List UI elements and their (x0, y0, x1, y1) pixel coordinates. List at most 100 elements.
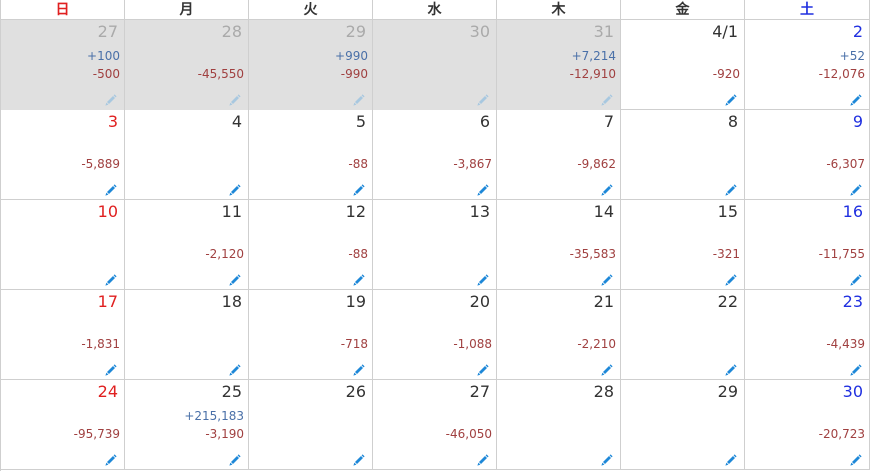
day-cell[interactable]: 11 -2,120 (125, 200, 249, 290)
calendar: 日月火水木金土 27 +100 -500 28 -45,550 29 +990 -990 30 3… (0, 0, 870, 471)
expense-amount: -1,088 (453, 337, 492, 351)
day-cell[interactable]: 29 (621, 380, 745, 470)
pencil-icon[interactable] (724, 272, 738, 286)
pencil-icon[interactable] (228, 452, 242, 466)
day-cell[interactable]: 30 (373, 20, 497, 110)
day-cell[interactable]: 18 (125, 290, 249, 380)
pencil-icon[interactable] (476, 272, 490, 286)
day-cell[interactable]: 5 -88 (249, 110, 373, 200)
day-cell[interactable]: 25 +215,183 -3,190 (125, 380, 249, 470)
expense-amount: -88 (348, 247, 368, 261)
day-cell[interactable]: 3 -5,889 (1, 110, 125, 200)
pencil-icon[interactable] (104, 452, 118, 466)
day-number: 28 (593, 382, 614, 401)
pencil-icon[interactable] (849, 362, 863, 376)
pencil-icon[interactable] (228, 362, 242, 376)
pencil-icon[interactable] (600, 182, 614, 196)
pencil-icon[interactable] (600, 452, 614, 466)
day-number: 30 (469, 22, 490, 41)
day-cell[interactable]: 21 -2,210 (497, 290, 621, 380)
expense-amount: -920 (712, 67, 740, 81)
day-number: 14 (593, 202, 614, 221)
pencil-icon[interactable] (724, 182, 738, 196)
pencil-icon[interactable] (352, 362, 366, 376)
pencil-icon[interactable] (849, 452, 863, 466)
pencil-icon[interactable] (228, 272, 242, 286)
day-cell[interactable]: 27 -46,050 (373, 380, 497, 470)
day-cell[interactable]: 12 -88 (249, 200, 373, 290)
pencil-icon[interactable] (476, 362, 490, 376)
day-cell[interactable]: 9 -6,307 (745, 110, 870, 200)
pencil-icon[interactable] (849, 272, 863, 286)
week-row: 3 -5,889 4 5 -88 6 -3,867 7 -9,862 8 9 -6,307 (1, 110, 870, 200)
day-cell[interactable]: 16 -11,755 (745, 200, 870, 290)
pencil-icon[interactable] (104, 182, 118, 196)
pencil-icon[interactable] (724, 452, 738, 466)
pencil-icon[interactable] (600, 362, 614, 376)
day-cell[interactable]: 6 -3,867 (373, 110, 497, 200)
day-number: 2 (852, 22, 863, 41)
pencil-icon[interactable] (352, 452, 366, 466)
day-cell[interactable]: 15 -321 (621, 200, 745, 290)
day-cell[interactable]: 30 -20,723 (745, 380, 870, 470)
day-number: 20 (469, 292, 490, 311)
day-cell[interactable]: 28 -45,550 (125, 20, 249, 110)
pencil-icon[interactable] (228, 92, 242, 106)
income-amount: +990 (335, 49, 368, 63)
pencil-icon[interactable] (104, 362, 118, 376)
pencil-icon[interactable] (352, 272, 366, 286)
day-cell[interactable]: 4 (125, 110, 249, 200)
pencil-icon[interactable] (849, 92, 863, 106)
expense-amount: -321 (712, 247, 740, 261)
pencil-icon[interactable] (600, 92, 614, 106)
pencil-icon[interactable] (104, 92, 118, 106)
expense-amount: -35,583 (569, 247, 616, 261)
pencil-icon[interactable] (352, 182, 366, 196)
day-number: 22 (717, 292, 738, 311)
day-number: 5 (355, 112, 366, 131)
day-cell[interactable]: 4/1 -920 (621, 20, 745, 110)
expense-amount: -11,755 (818, 247, 865, 261)
day-cell[interactable]: 10 (1, 200, 125, 290)
day-cell[interactable]: 7 -9,862 (497, 110, 621, 200)
day-cell[interactable]: 28 (497, 380, 621, 470)
day-number: 6 (479, 112, 490, 131)
expense-amount: -12,910 (569, 67, 616, 81)
week-row: 27 +100 -500 28 -45,550 29 +990 -990 30 31 +7,214 -… (1, 20, 870, 110)
day-cell[interactable]: 17 -1,831 (1, 290, 125, 380)
day-number: 8 (727, 112, 738, 131)
day-cell[interactable]: 8 (621, 110, 745, 200)
pencil-icon[interactable] (104, 272, 118, 286)
day-cell[interactable]: 26 (249, 380, 373, 470)
day-number: 18 (221, 292, 242, 311)
expense-amount: -3,867 (453, 157, 492, 171)
day-number: 29 (345, 22, 366, 41)
income-amount: +7,214 (571, 49, 616, 63)
expense-amount: -20,723 (818, 427, 865, 441)
day-cell[interactable]: 19 -718 (249, 290, 373, 380)
pencil-icon[interactable] (476, 182, 490, 196)
pencil-icon[interactable] (849, 182, 863, 196)
week-row: 24 -95,739 25 +215,183 -3,190 26 27 -46,050 28 29… (1, 380, 870, 470)
expense-amount: -5,889 (81, 157, 120, 171)
day-cell[interactable]: 31 +7,214 -12,910 (497, 20, 621, 110)
day-cell[interactable]: 24 -95,739 (1, 380, 125, 470)
day-cell[interactable]: 20 -1,088 (373, 290, 497, 380)
day-cell[interactable]: 27 +100 -500 (1, 20, 125, 110)
day-number: 16 (842, 202, 863, 221)
day-cell[interactable]: 22 (621, 290, 745, 380)
pencil-icon[interactable] (724, 362, 738, 376)
pencil-icon[interactable] (352, 92, 366, 106)
day-cell[interactable]: 29 +990 -990 (249, 20, 373, 110)
pencil-icon[interactable] (476, 452, 490, 466)
pencil-icon[interactable] (724, 92, 738, 106)
day-cell[interactable]: 14 -35,583 (497, 200, 621, 290)
day-cell[interactable]: 13 (373, 200, 497, 290)
pencil-icon[interactable] (600, 272, 614, 286)
day-cell[interactable]: 2 +52 -12,076 (745, 20, 870, 110)
pencil-icon[interactable] (476, 92, 490, 106)
day-number: 30 (842, 382, 863, 401)
pencil-icon[interactable] (228, 182, 242, 196)
day-number: 27 (469, 382, 490, 401)
day-cell[interactable]: 23 -4,439 (745, 290, 870, 380)
